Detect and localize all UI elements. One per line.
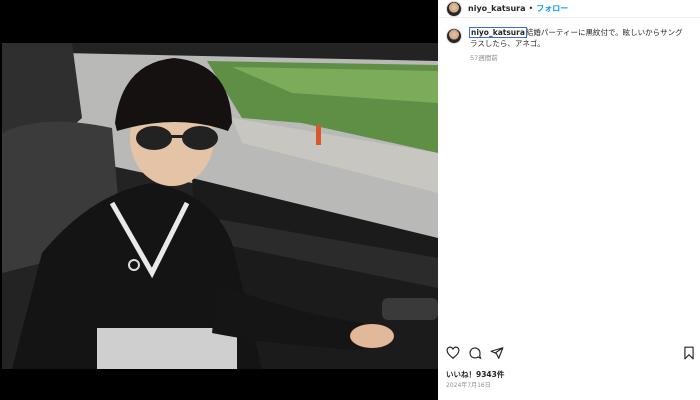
separator-dot: • [528, 4, 534, 13]
media-pane [0, 0, 438, 400]
header-username[interactable]: niyo_katsura [468, 4, 526, 13]
comment-icon[interactable] [468, 346, 482, 360]
post-side-panel: niyo_katsura • フォロー niyo_katsura結婚パーティーに… [438, 0, 700, 400]
time-ago: 57週間前 [470, 54, 498, 62]
like-count[interactable]: いいね！9343件 [446, 369, 504, 380]
caption-body: niyo_katsura結婚パーティーに黒紋付で。眩しいからサングラスしたら、ア… [469, 27, 686, 62]
post-header: niyo_katsura • フォロー [438, 0, 700, 18]
post-photo[interactable] [2, 43, 438, 369]
photo-illustration [2, 43, 438, 369]
avatar[interactable] [446, 0, 462, 17]
heart-icon[interactable] [446, 346, 460, 360]
post-date: 2024年7月16日 [446, 382, 491, 389]
caption: niyo_katsura結婚パーティーに黒紋付で。眩しいからサングラスしたら、ア… [469, 27, 686, 49]
caption-row: niyo_katsura結婚パーティーに黒紋付で。眩しいからサングラスしたら、ア… [438, 27, 700, 62]
action-bar [446, 344, 696, 362]
share-icon[interactable] [490, 346, 504, 360]
caption-username[interactable]: niyo_katsura [469, 27, 527, 38]
bookmark-icon[interactable] [682, 346, 696, 360]
caption-avatar[interactable] [446, 28, 462, 44]
follow-button[interactable]: フォロー [536, 3, 568, 14]
